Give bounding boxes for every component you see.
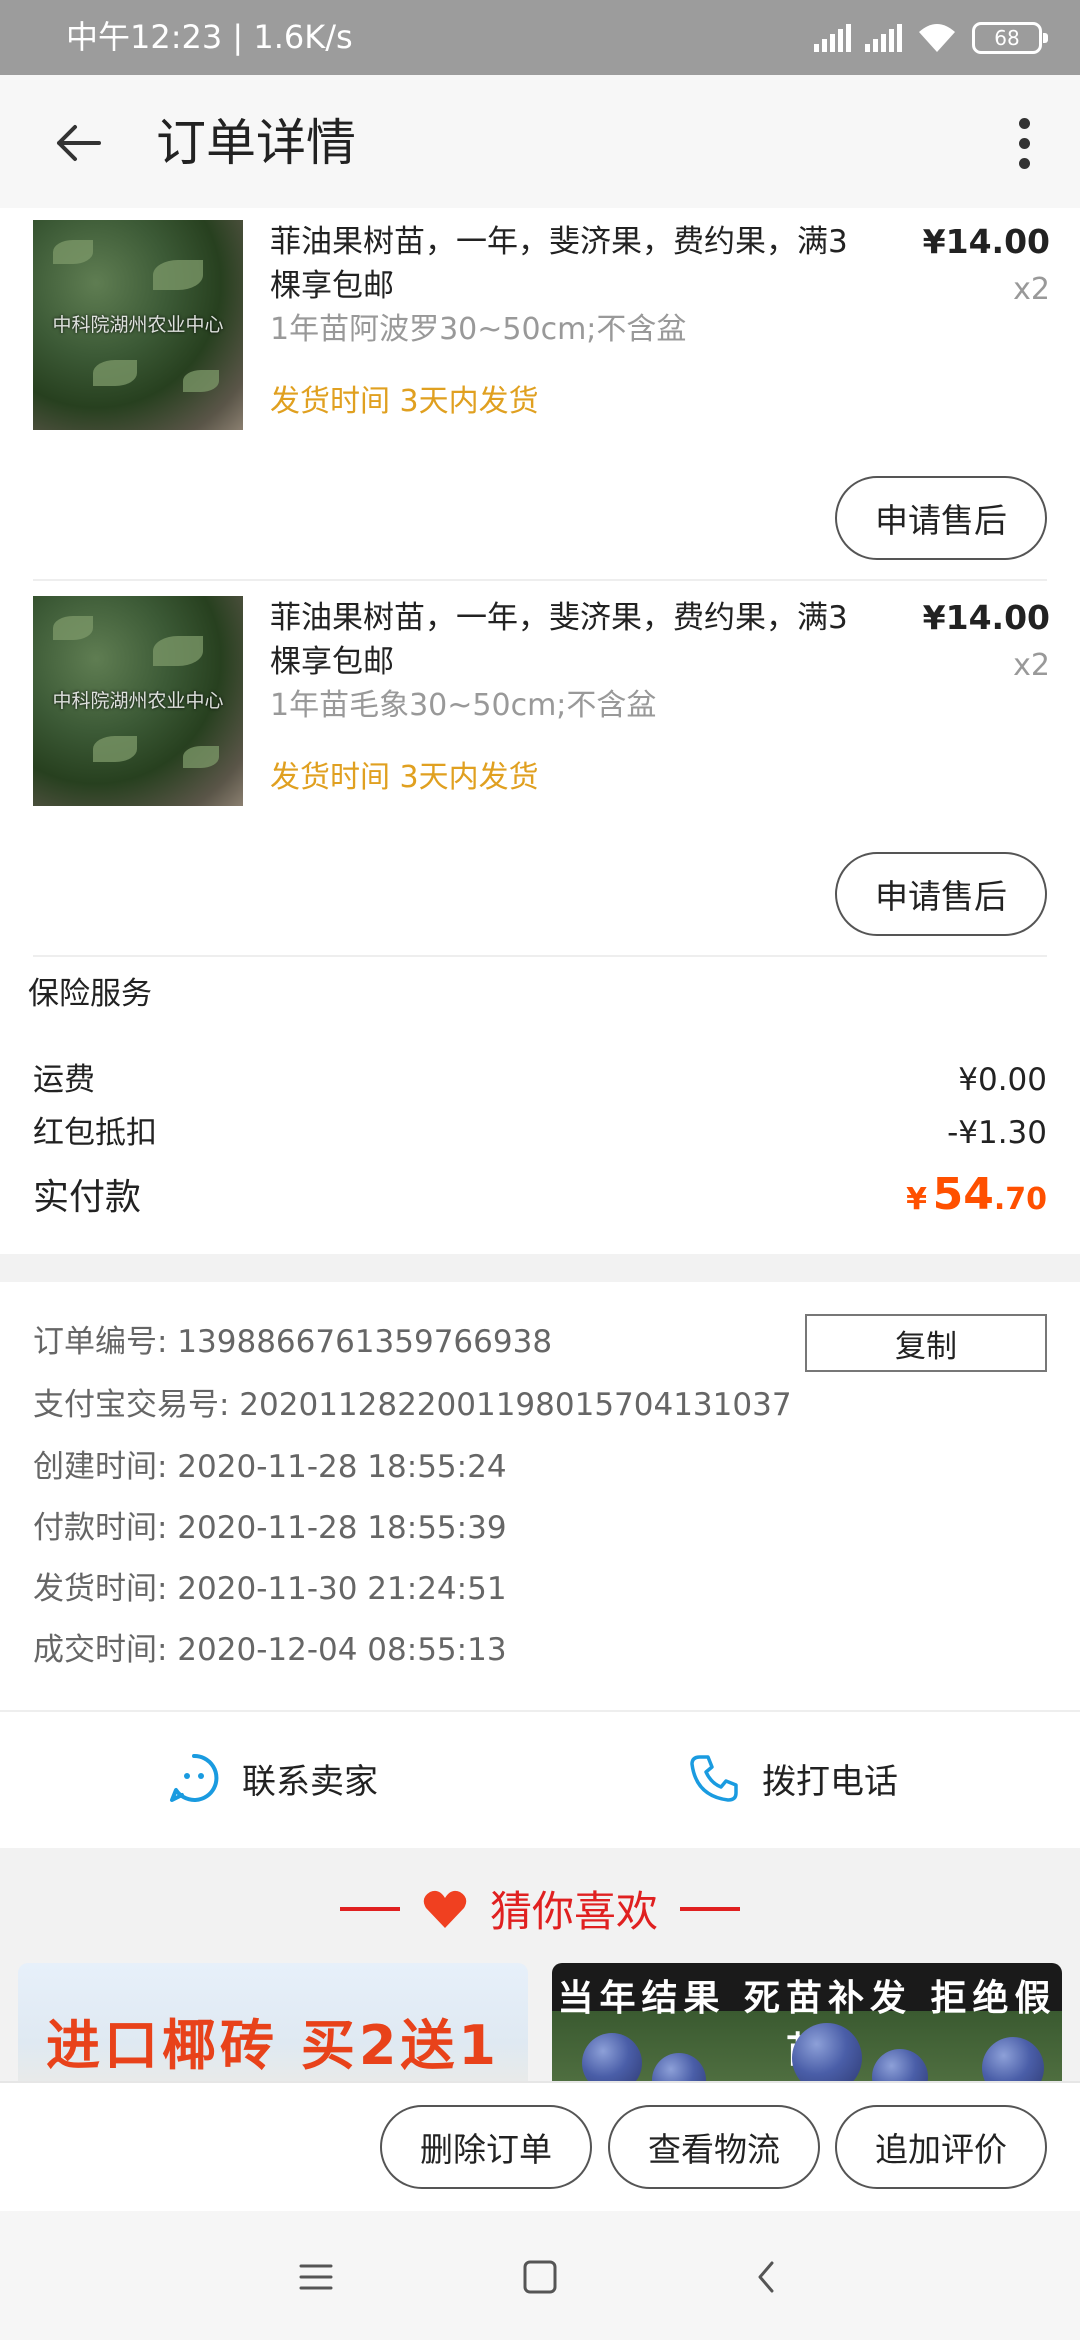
- title-line-left: [339, 1906, 400, 1911]
- delete-order-button[interactable]: 删除订单: [380, 2105, 592, 2189]
- insurance-service[interactable]: 保险服务: [28, 972, 152, 1016]
- completed-time: 成交时间: 2020-12-04 08:55:13: [33, 1632, 507, 1668]
- recommend-header: 猜你喜欢: [0, 1878, 1080, 1939]
- battery-level: 68: [994, 26, 1020, 50]
- ship-time: 发货时间 3天内发货: [270, 384, 539, 419]
- coupon-row: 红包抵扣 -¥1.30: [33, 1111, 1047, 1155]
- wifi-icon: [919, 24, 955, 52]
- add-review-button[interactable]: 追加评价: [835, 2105, 1047, 2189]
- recommend-card-text: 进口椰砖 买2送1: [46, 2014, 500, 2077]
- contact-bar: 联系卖家 拨打电话: [0, 1710, 1080, 1848]
- battery-icon: 68: [972, 22, 1048, 54]
- nav-menu-button[interactable]: [286, 2247, 346, 2307]
- recommend-title: 猜你喜欢: [489, 1887, 658, 1936]
- back-chevron-icon: [758, 2261, 774, 2293]
- freight-label: 运费: [33, 1062, 95, 1098]
- product-name: 菲油果树苗，一年，斐济果，费约果，满3棵享包邮: [270, 600, 848, 680]
- product-price: ¥14.00: [922, 222, 1050, 261]
- product-price: ¥14.00: [922, 598, 1050, 637]
- heart-icon: [423, 1890, 467, 1928]
- after-sale-button[interactable]: 申请售后: [835, 852, 1047, 936]
- freight-row: 运费 ¥0.00: [33, 1058, 1047, 1102]
- total-amount: ¥ 54.70: [906, 1169, 1047, 1220]
- product-item[interactable]: 中科院湖州农业中心 菲油果树苗，一年，斐济果，费约果，满3棵享包邮 1年苗阿波罗…: [0, 220, 1080, 598]
- nav-home-button[interactable]: [510, 2247, 570, 2307]
- signal-icon: [865, 24, 902, 52]
- back-button[interactable]: [40, 105, 116, 181]
- total-paid-row: 实付款 ¥ 54.70: [33, 1168, 1047, 1220]
- page-title: 订单详情: [156, 114, 356, 172]
- top-app-bar: 订单详情: [0, 75, 1080, 208]
- call-phone-button[interactable]: 拨打电话: [688, 1752, 898, 1804]
- recommend-card[interactable]: 进口椰砖 买2送1: [18, 1963, 528, 2081]
- paid-time: 付款时间: 2020-11-28 18:55:39: [33, 1510, 507, 1546]
- product-sku: 1年苗毛象30~50cm;不含盆: [270, 688, 657, 723]
- order-number: 订单编号: 1398866761359766938: [33, 1324, 553, 1360]
- chat-face-icon: [170, 1753, 219, 1802]
- alipay-trade-number: 支付宝交易号: 2020112822001198015704131037: [33, 1387, 792, 1423]
- view-logistics-button[interactable]: 查看物流: [608, 2105, 820, 2189]
- status-time: 中午12:23 | 1.6K/s: [66, 18, 353, 56]
- nav-back-button[interactable]: [736, 2247, 796, 2307]
- order-action-bar: 删除订单 查看物流 追加评价: [0, 2081, 1080, 2211]
- status-bar: 中午12:23 | 1.6K/s 68: [0, 0, 1080, 75]
- recommend-card[interactable]: 当年结果 死苗补发 拒绝假苗: [552, 1963, 1062, 2081]
- signal-icon: [814, 24, 851, 52]
- copy-button[interactable]: 复制: [805, 1314, 1047, 1372]
- product-quantity: x2: [1013, 272, 1050, 307]
- shipped-time: 发货时间: 2020-11-30 21:24:51: [33, 1571, 507, 1607]
- freight-value: ¥0.00: [958, 1062, 1047, 1098]
- status-icons: 68: [814, 20, 1048, 56]
- ship-time: 发货时间 3天内发货: [270, 760, 539, 795]
- product-name: 菲油果树苗，一年，斐济果，费约果，满3棵享包邮: [270, 224, 848, 304]
- product-thumbnail[interactable]: 中科院湖州农业中心: [33, 220, 243, 430]
- total-label: 实付款: [33, 1177, 142, 1218]
- title-line-right: [680, 1906, 740, 1911]
- more-options-button[interactable]: [996, 105, 1052, 181]
- call-phone-label: 拨打电话: [762, 1761, 898, 1802]
- product-item[interactable]: 中科院湖州农业中心 菲油果树苗，一年，斐济果，费约果，满3棵享包邮 1年苗毛象3…: [0, 596, 1080, 974]
- menu-icon: [299, 2264, 333, 2290]
- after-sale-button[interactable]: 申请售后: [835, 476, 1047, 560]
- product-sku: 1年苗阿波罗30~50cm;不含盆: [270, 312, 687, 347]
- recommend-section: 猜你喜欢 进口椰砖 买2送1 当年结果 死苗补发 拒绝假苗: [0, 1848, 1080, 2081]
- divider: [33, 955, 1047, 957]
- coupon-value: -¥1.30: [947, 1115, 1047, 1151]
- contact-seller-button[interactable]: 联系卖家: [168, 1752, 378, 1804]
- more-vertical-icon: [1018, 117, 1030, 129]
- thumbnail-watermark: 中科院湖州农业中心: [52, 690, 224, 712]
- created-time: 创建时间: 2020-11-28 18:55:24: [33, 1449, 507, 1485]
- divider: [33, 579, 1047, 581]
- back-arrow-icon: [57, 125, 101, 161]
- thumbnail-watermark: 中科院湖州农业中心: [52, 314, 224, 336]
- phone-icon: [690, 1755, 738, 1802]
- section-gap: [0, 1254, 1080, 1282]
- contact-seller-label: 联系卖家: [242, 1761, 378, 1802]
- system-nav-bar: [0, 2211, 1080, 2340]
- coupon-label: 红包抵扣: [33, 1115, 157, 1151]
- product-quantity: x2: [1013, 648, 1050, 683]
- home-square-icon: [523, 2260, 557, 2294]
- product-thumbnail[interactable]: 中科院湖州农业中心: [33, 596, 243, 806]
